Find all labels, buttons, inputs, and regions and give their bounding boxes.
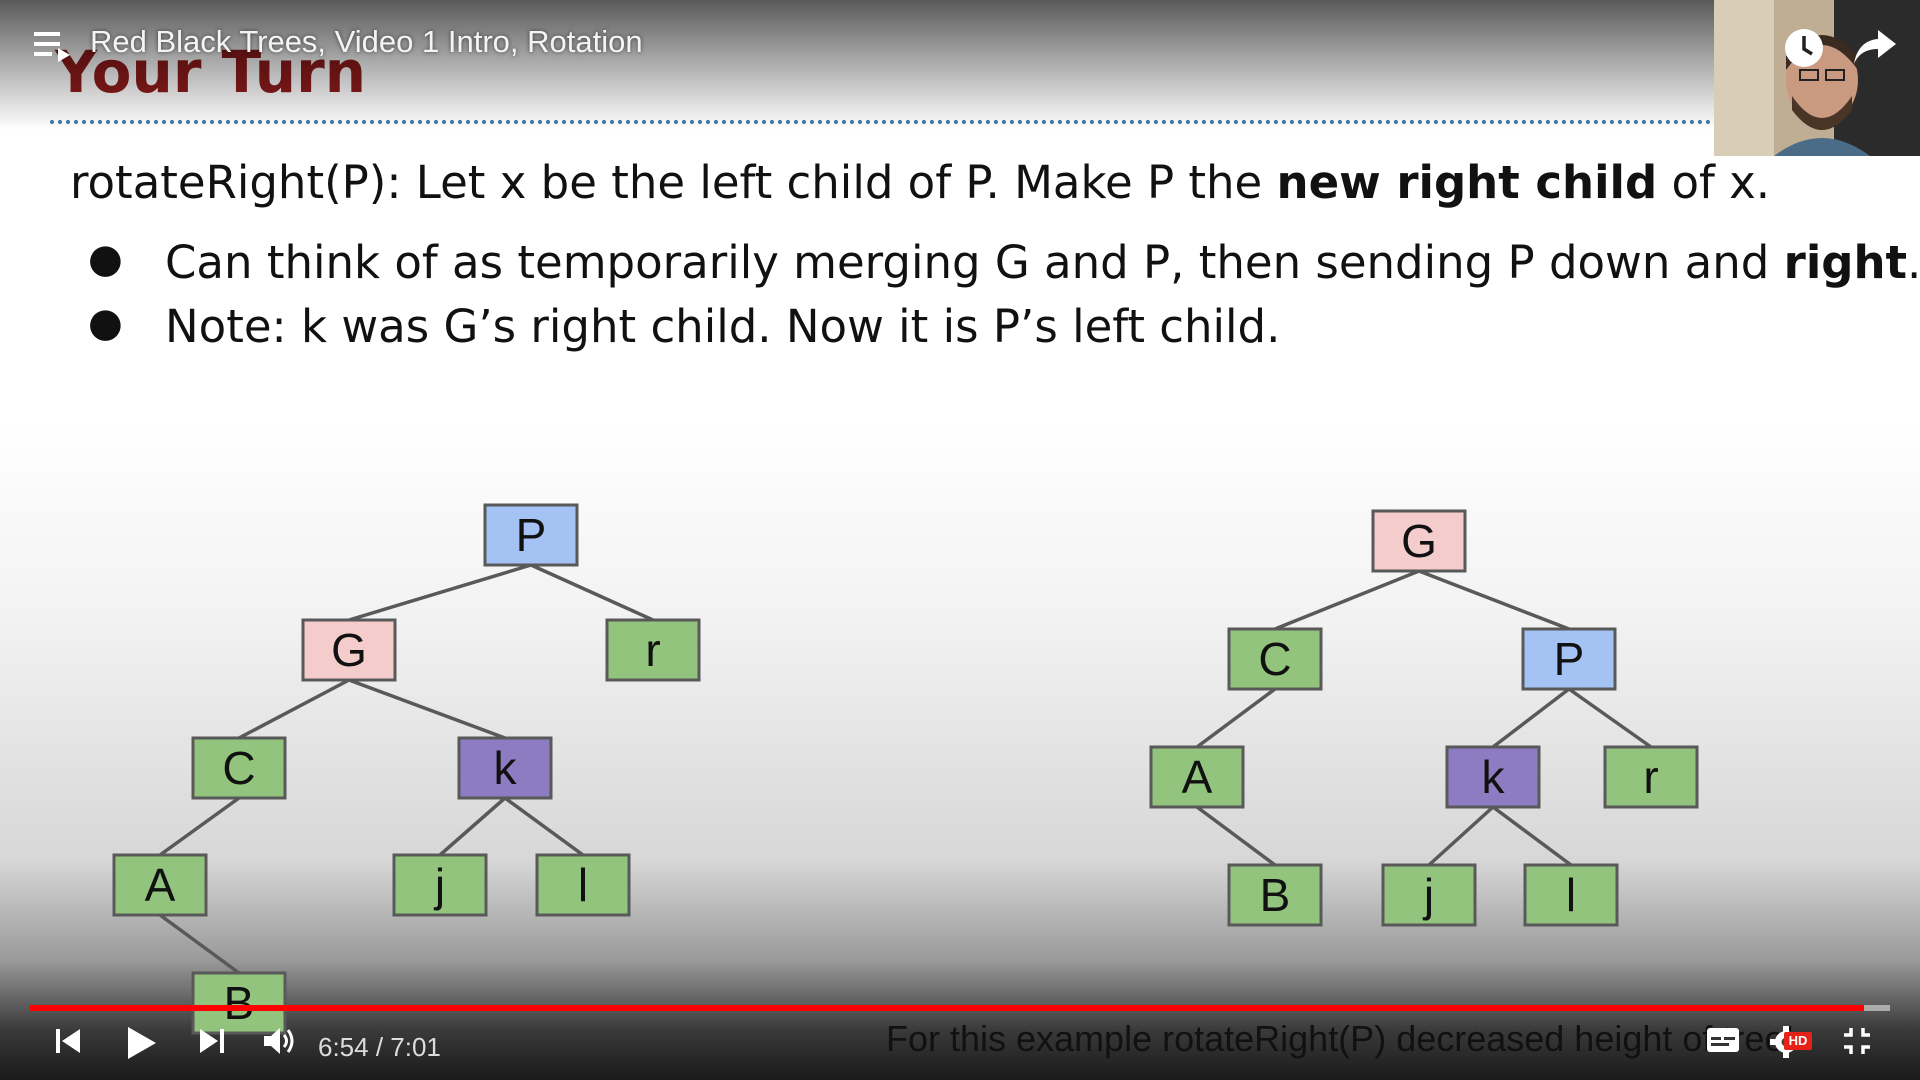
tree-node-C: C [1227, 627, 1323, 691]
volume-icon[interactable] [262, 1026, 298, 1056]
skip-previous-icon[interactable] [54, 1026, 84, 1056]
tree-node-r: r [605, 618, 701, 682]
playlist-icon[interactable] [34, 30, 70, 62]
tree-node-l: l [535, 853, 631, 917]
tree-edge [1567, 687, 1653, 749]
share-arrow-icon[interactable] [1852, 26, 1898, 66]
tree-node-label: k [494, 742, 518, 794]
video-title[interactable]: Red Black Trees, Video 1 Intro, Rotation [90, 24, 643, 60]
tree-edge [1491, 687, 1571, 749]
skip-next-icon[interactable] [196, 1026, 226, 1056]
tree-node-j: j [1381, 863, 1477, 927]
tree-node-label: P [516, 509, 547, 561]
tree-after-rotation: G C P A k r B j l [1149, 509, 1699, 927]
tree-edge [1427, 805, 1495, 867]
tree-edge [1195, 805, 1277, 867]
tree-node-r: r [1603, 745, 1699, 809]
tree-edge [1491, 805, 1573, 867]
tree-node-k: k [1445, 745, 1541, 809]
tree-node-A: A [112, 853, 208, 917]
tree-node-G: G [1371, 509, 1467, 573]
tree-node-l: l [1523, 863, 1619, 927]
tree-node-label: j [1422, 869, 1434, 921]
tree-node-A: A [1149, 745, 1245, 809]
tree-edge [348, 678, 506, 740]
tree-node-P: P [1521, 627, 1617, 691]
tree-edge [1418, 569, 1570, 631]
presenter-webcam [1714, 0, 1920, 156]
tree-edge [1195, 687, 1277, 749]
tree-edge [158, 913, 241, 975]
hd-badge: HD [1784, 1032, 1812, 1050]
tree-node-label: A [145, 859, 176, 911]
time-display: 6:54 / 7:01 [318, 1032, 441, 1062]
subtitles-icon[interactable] [1706, 1026, 1740, 1054]
tree-node-label: k [1482, 751, 1506, 803]
tree-node-label: P [1554, 633, 1585, 685]
clock-icon[interactable] [1782, 26, 1826, 70]
tree-node-label: C [222, 742, 255, 794]
tree-edge [503, 796, 585, 857]
tree-node-label: l [578, 859, 588, 911]
tree-node-G: G [301, 618, 397, 682]
tree-edge [238, 678, 350, 740]
tree-node-B: B [1227, 863, 1323, 927]
slide-caption: For this example rotateRight(P) decrease… [886, 1018, 1795, 1059]
progress-bar[interactable] [30, 1005, 1890, 1011]
tree-edge [438, 796, 507, 857]
tree-edge [1274, 569, 1420, 631]
tree-node-C: C [191, 736, 287, 800]
tree-node-label: C [1258, 633, 1291, 685]
tree-before-rotation: P G r C k A j l B [112, 503, 701, 1035]
tree-edge [530, 563, 654, 622]
tree-node-B: B [191, 971, 287, 1035]
tree-node-P: P [483, 503, 579, 567]
tree-node-label: r [645, 624, 660, 676]
tree-node-label: B [1260, 869, 1291, 921]
exit-fullscreen-icon[interactable] [1842, 1026, 1872, 1056]
progress-bar-played [30, 1005, 1864, 1011]
tree-node-label: j [433, 859, 445, 911]
tree-edge [158, 796, 241, 857]
play-icon[interactable] [124, 1026, 158, 1060]
tree-node-label: G [1401, 515, 1437, 567]
tree-node-label: l [1566, 869, 1576, 921]
rotation-diagram: P G r C k A j l B G C P A k r B j l [112, 503, 1699, 1035]
tree-node-k: k [457, 736, 553, 800]
tree-node-label: A [1182, 751, 1213, 803]
tree-node-label: G [331, 624, 367, 676]
tree-node-label: r [1643, 751, 1658, 803]
tree-edge [348, 563, 532, 622]
tree-node-label: B [224, 977, 255, 1029]
video-frame[interactable]: Your Turn rotateRight(P): Let x be the l… [0, 0, 1920, 1080]
tree-node-j: j [392, 853, 488, 917]
